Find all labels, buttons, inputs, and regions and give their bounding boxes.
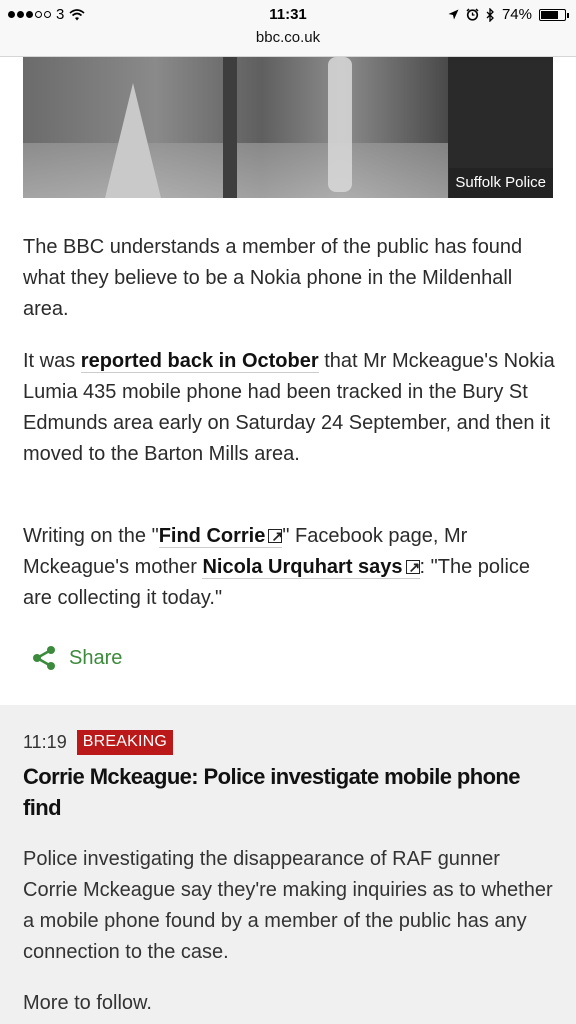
status-bar: 3 11:31 74% bbc.co.uk	[0, 0, 576, 57]
photo-caption: Suffolk Police	[449, 168, 553, 198]
share-button[interactable]: Share	[30, 644, 122, 672]
battery-percent: 74%	[501, 6, 532, 23]
article-photo: Suffolk Police	[23, 57, 553, 198]
nicola-urquhart-link[interactable]: Nicola Urquhart says	[202, 552, 420, 583]
external-link-icon	[405, 552, 420, 583]
battery-icon	[539, 8, 569, 21]
location-icon	[448, 9, 459, 20]
update-headline: Corrie Mckeague: Police investigate mobi…	[23, 764, 521, 820]
paragraph-1: The BBC understands a member of the publ…	[23, 236, 523, 320]
update-time: 11:19	[23, 732, 67, 752]
bluetooth-icon	[486, 7, 494, 22]
paragraph-2: It was reported back in October that Mr …	[23, 350, 555, 465]
share-label: Share	[69, 646, 123, 669]
url-bar[interactable]: bbc.co.uk	[0, 29, 576, 46]
update-footer: More to follow.	[23, 992, 152, 1014]
paragraph-3: Writing on the "Find Corrie" Facebook pa…	[23, 521, 555, 614]
find-corrie-link[interactable]: Find Corrie	[158, 521, 283, 552]
alarm-icon	[466, 8, 479, 21]
update-body: Police investigating the disappearance o…	[23, 848, 553, 963]
share-icon	[33, 646, 55, 670]
reported-back-link[interactable]: reported back in October	[80, 350, 319, 373]
external-link-icon	[268, 521, 283, 552]
breaking-badge: BREAKING	[76, 730, 174, 755]
live-update-card: 11:19 BREAKING Corrie Mckeague: Police i…	[0, 705, 576, 1024]
